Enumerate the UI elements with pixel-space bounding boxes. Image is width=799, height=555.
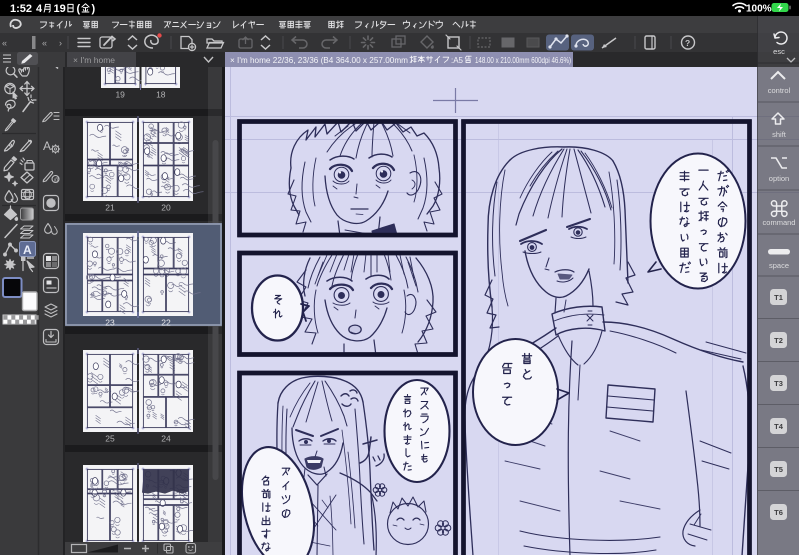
svg-text:T3: T3 xyxy=(774,379,783,388)
svg-text:× I'm home 22/36, 23/36 (B4 36: × I'm home 22/36, 23/36 (B4 364.00 x 257… xyxy=(230,55,408,65)
svg-text:4: 4 xyxy=(36,3,43,15)
svg-text:24: 24 xyxy=(161,434,171,444)
svg-text:T5: T5 xyxy=(774,465,783,474)
svg-text:«: « xyxy=(2,38,7,48)
svg-text:23: 23 xyxy=(105,318,115,328)
svg-text:control: control xyxy=(768,86,791,95)
svg-text::A5: :A5 xyxy=(451,56,464,65)
svg-text:25: 25 xyxy=(105,434,115,444)
svg-text:T1: T1 xyxy=(774,293,783,302)
svg-text:option: option xyxy=(769,174,789,183)
svg-text:space: space xyxy=(769,261,789,270)
svg-text:T2: T2 xyxy=(774,336,783,345)
svg-text:command: command xyxy=(763,218,796,227)
svg-text:1:52: 1:52 xyxy=(10,3,32,15)
svg-text:(: ( xyxy=(77,3,81,15)
svg-text:19: 19 xyxy=(115,90,125,100)
svg-text:21: 21 xyxy=(105,203,115,213)
svg-text:T6: T6 xyxy=(774,508,783,517)
svg-text:T4: T4 xyxy=(774,422,784,431)
svg-text:100%: 100% xyxy=(746,4,772,15)
svg-text:shift: shift xyxy=(772,130,787,139)
svg-text:18: 18 xyxy=(156,90,166,100)
svg-text:20: 20 xyxy=(161,203,171,213)
svg-text:@: @ xyxy=(54,178,60,184)
svg-text:): ) xyxy=(92,3,96,15)
svg-text:?: ? xyxy=(685,38,690,48)
svg-text:148.00 x 210.00mm 600dpi 46.6%: 148.00 x 210.00mm 600dpi 46.6%) xyxy=(475,56,571,65)
svg-text:«: « xyxy=(42,38,47,48)
svg-text:× I'm home: × I'm home xyxy=(73,55,115,65)
svg-text:A: A xyxy=(23,243,32,257)
svg-text:esc: esc xyxy=(773,47,785,56)
svg-text:22: 22 xyxy=(161,318,171,328)
svg-text:19: 19 xyxy=(54,3,66,15)
svg-text:›: › xyxy=(59,38,62,48)
svg-text:A: A xyxy=(43,139,51,153)
